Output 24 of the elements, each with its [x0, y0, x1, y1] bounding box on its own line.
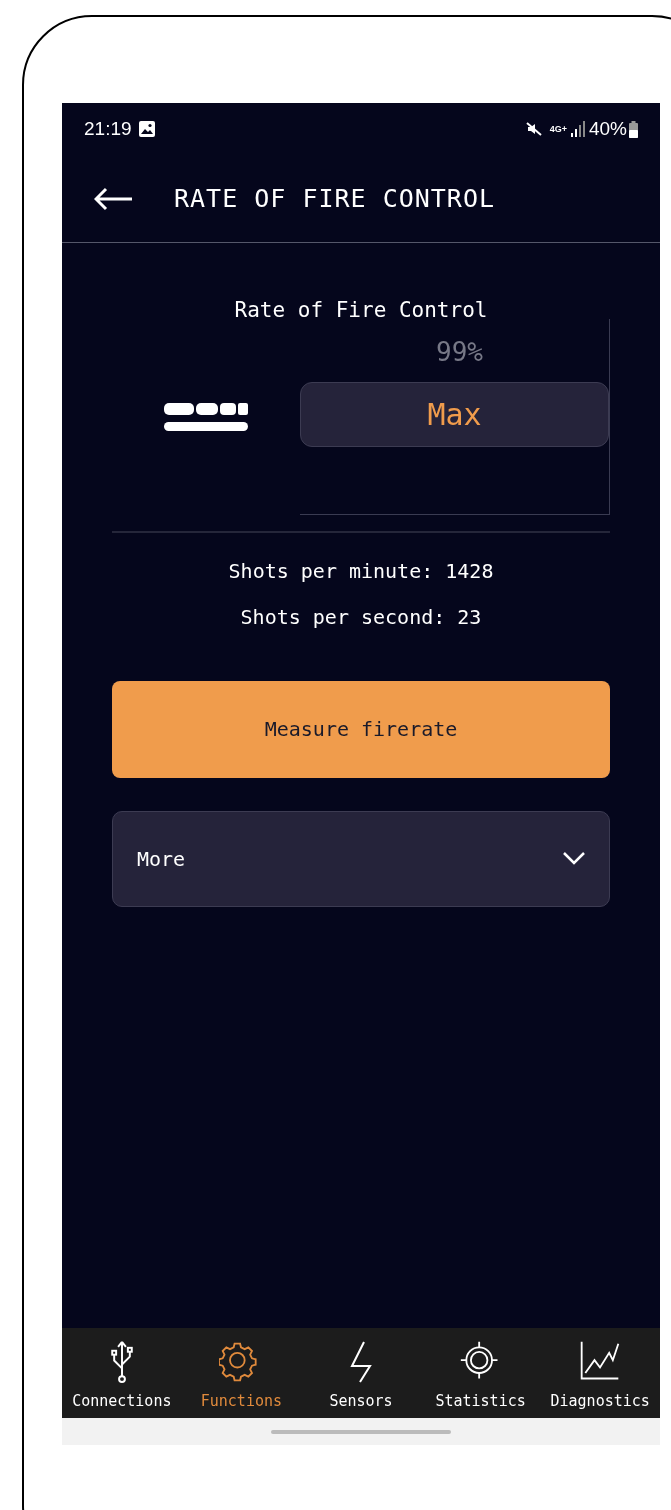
signal-icon [570, 121, 585, 137]
back-arrow-icon [94, 186, 134, 211]
rate-value-field[interactable]: Max [300, 381, 609, 447]
nav-tab[interactable]: Sensors [301, 1328, 421, 1418]
percentage-reading: 99% [436, 335, 483, 369]
page-title: RATE OF FIRE CONTROL [174, 182, 496, 215]
stat-text: Shots per minute: 1428 [228, 557, 494, 585]
clock: 21:19 [84, 116, 132, 141]
battery-icon [629, 120, 638, 138]
nav-tab[interactable]: Functions [181, 1328, 302, 1418]
section-title: Rate of Fire Control [233, 297, 489, 324]
stat-text: Shots per second: 23 [240, 603, 482, 631]
more-dropdown[interactable]: More [112, 810, 610, 907]
mute-icon [525, 121, 542, 137]
image-icon [137, 120, 156, 138]
usb-icon [110, 1340, 133, 1384]
network-type: 4G+ [549, 124, 567, 134]
nav-tab[interactable]: Connections [62, 1328, 182, 1418]
measure-button[interactable]: Measure firerate [112, 680, 610, 778]
nav-tab[interactable]: Statistics [420, 1328, 541, 1418]
nav-tab[interactable]: Diagnostics [540, 1328, 660, 1418]
fire-rate-icon [164, 402, 248, 431]
battery-percent: 40% [588, 116, 627, 141]
lightning-icon [350, 1340, 372, 1384]
